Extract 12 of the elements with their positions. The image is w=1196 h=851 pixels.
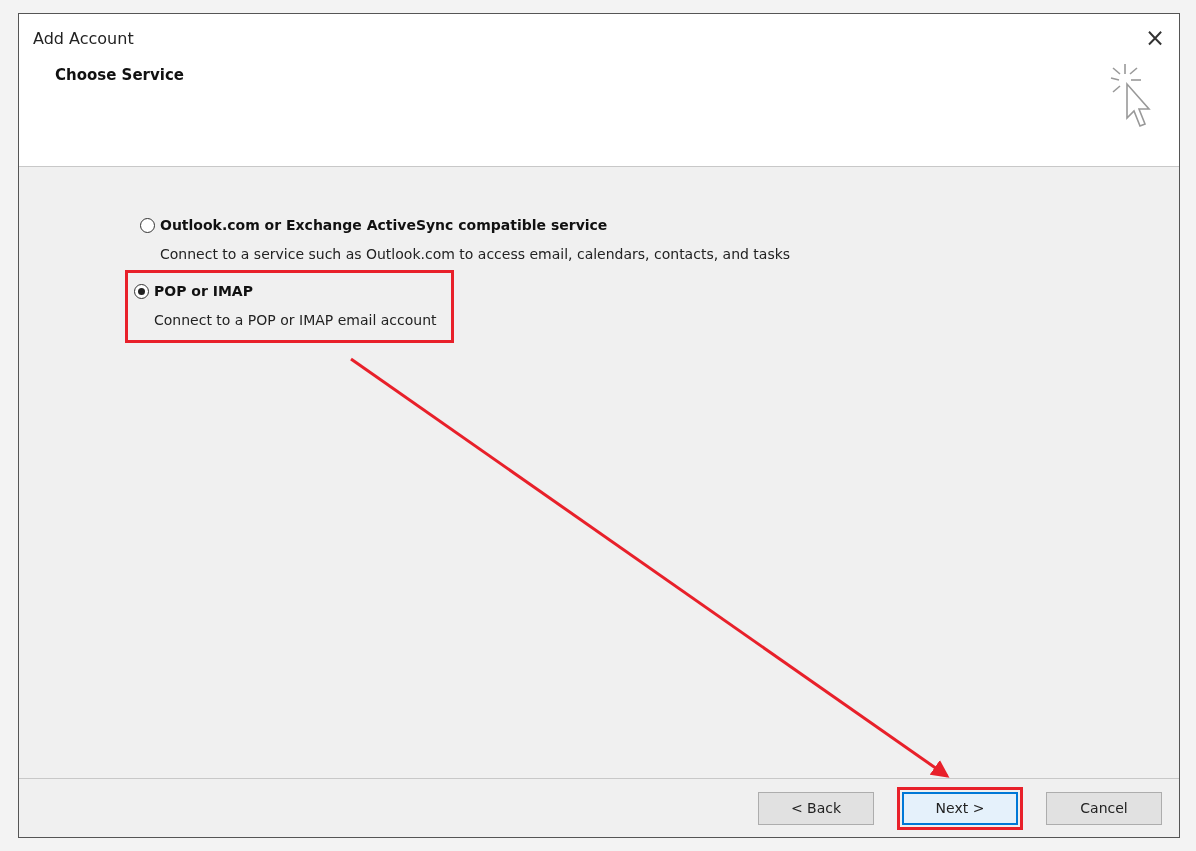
window-title: Add Account — [33, 28, 134, 48]
option-description: Connect to a service such as Outlook.com to access email, calendars, contacts, and tasks — [160, 246, 791, 262]
radio-button[interactable] — [140, 217, 155, 233]
close-button[interactable]: × — [1140, 26, 1169, 50]
radio-button[interactable] — [134, 283, 149, 299]
dialog-button[interactable]: Next > — [902, 791, 1018, 825]
dialog-button[interactable]: < Back — [758, 791, 874, 825]
dialog-button[interactable]: Cancel — [1046, 791, 1162, 825]
option-description: Connect to a POP or IMAP email account — [154, 312, 437, 328]
option-label[interactable]: Outlook.com or Exchange ActiveSync compatible service — [160, 217, 608, 233]
option-label[interactable]: POP or IMAP — [154, 283, 253, 299]
page-heading: Choose Service — [55, 66, 184, 86]
